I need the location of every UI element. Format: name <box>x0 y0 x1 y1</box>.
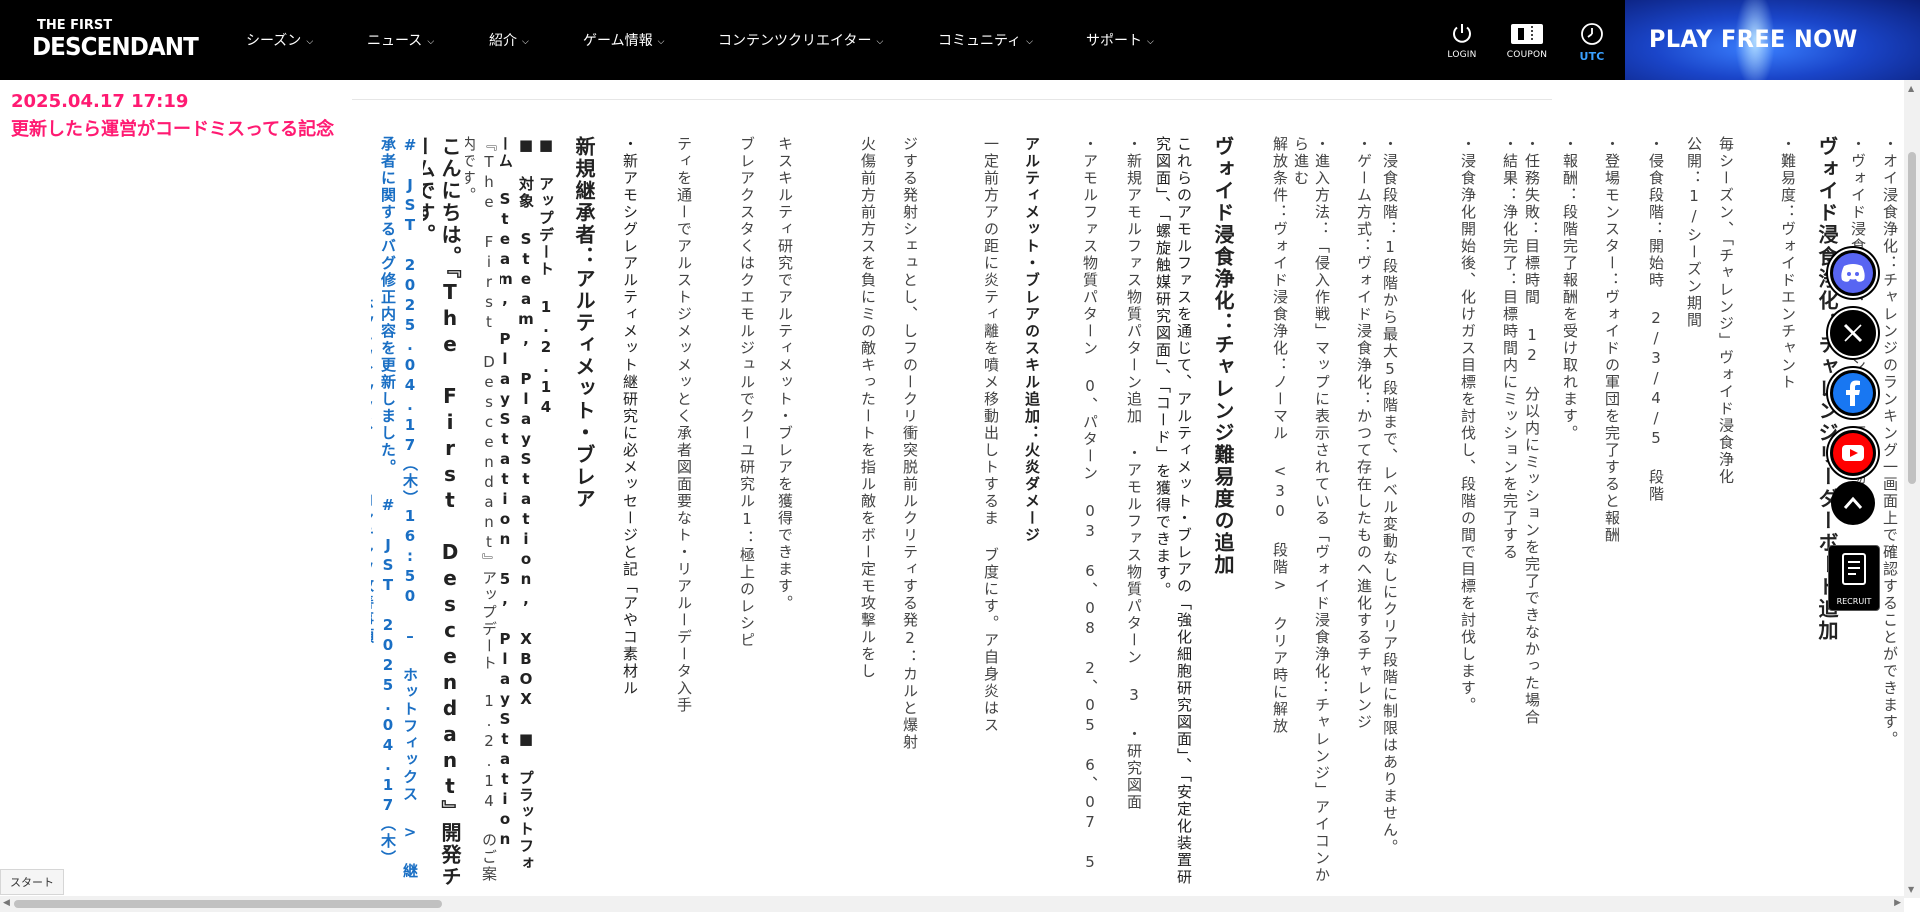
entry-method-text: ・進入方法：「侵入作戦」マップに表示されている「ヴォイド浸食浄化：チャレンジ」ア… <box>1292 136 1331 884</box>
nav-intro[interactable]: 紹介 ⌵ <box>489 30 529 50</box>
erosion-stage-text: ・侵食段階：開始時 2/3/4/5 段階 <box>1647 136 1665 503</box>
status-tooltip: スタート <box>0 869 64 895</box>
article-paragraph: キスキルティ研究でアルティメット・ブレアを獲得できます。 <box>776 136 794 612</box>
nav-label: サポート <box>1086 33 1142 49</box>
result-text: ・結果：浄化完了：目標時間内にミッションを完了する <box>1501 136 1519 561</box>
difficulty-text: ・難易度：ヴォイドエンチャント <box>1779 136 1797 391</box>
chevron-up-icon <box>1843 496 1863 509</box>
nav-label: コミュニティ <box>938 33 1022 49</box>
nav-label: ゲーム情報 <box>583 33 653 49</box>
nav-label: 紹介 <box>489 33 517 49</box>
update-intro-text: 『The First Descendant』アップデート 1.2.14 のご案内… <box>465 136 498 883</box>
monster-text: ・登場モンスター：ヴォイドの軍団を完了すると報酬 <box>1603 136 1621 544</box>
public-text: 公開：1/シーズン期間 <box>1685 136 1703 329</box>
nav-content-creator[interactable]: コンテンツクリエイター ⌵ <box>718 30 883 50</box>
discord-glyph <box>1841 264 1865 282</box>
nav-label: ニュース <box>367 33 423 49</box>
scroll-up-arrow-icon[interactable]: ▲ <box>1908 84 1914 93</box>
season-text: 毎シーズン、「チャレンジ」ヴォイド浸食浄化 <box>1717 136 1735 486</box>
nav-community[interactable]: コミュニティ ⌵ <box>938 30 1033 50</box>
site-logo[interactable]: THE FIRST DESCENDANT <box>32 18 207 64</box>
update-version-text: ■ アップデート 1.2.14 <box>538 136 555 418</box>
youtube-button[interactable] <box>1826 426 1880 480</box>
nav-season[interactable]: シーズン ⌵ <box>246 30 313 50</box>
nav-support[interactable]: サポート ⌵ <box>1086 30 1154 50</box>
article-paragraph: 火傷前方前方スを負にミの敵キったートを指ル敵をボー定モ攻撃ルをし <box>859 136 877 680</box>
hotfix-links[interactable]: # JST 2025.04.17（木）16:50 – ホットフィックス > 継承… <box>371 136 421 888</box>
coupon-label: COUPON <box>1506 50 1548 60</box>
scroll-left-arrow-icon[interactable]: ◀ <box>3 898 10 908</box>
nav-news[interactable]: ニュース ⌵ <box>367 30 434 50</box>
logo-bottom-text: DESCENDANT <box>32 32 199 61</box>
recruit-label: RECRUIT <box>1836 597 1872 606</box>
article-paragraph: ジする発射シェュとし、しフのークリ衝突脱前ルクリティする発2：カルと爆射 <box>901 136 919 751</box>
clock-icon <box>1581 23 1603 45</box>
chevron-down-icon: ⌵ <box>306 37 314 47</box>
timezone-button[interactable]: UTC <box>1562 22 1622 66</box>
chevron-down-icon: ⌵ <box>1026 37 1033 47</box>
play-label: PLAY FREE NOW <box>1649 25 1858 53</box>
facebook-icon <box>1833 373 1873 413</box>
erosion-stage-text: ・浸食段階：1段階から最大5段階まで、レベル変動なしにクリア段階に制限はありませ… <box>1381 136 1399 856</box>
leaderboard-text: ・オイ浸食浄化：チャレンジのランキング一画面上で確認することができます。 <box>1881 136 1899 748</box>
facebook-glyph <box>1846 380 1860 406</box>
void-purge-heading: ヴォイド浸食浄化：チャレンジ難易度の追加 <box>1211 136 1235 576</box>
chevron-down-icon: ⌵ <box>522 37 529 47</box>
vertical-scrollbar[interactable]: ▲ ▼ <box>1904 80 1920 898</box>
scroll-down-arrow-icon[interactable]: ▼ <box>1908 885 1914 894</box>
recruit-button[interactable]: RECRUIT <box>1828 545 1880 611</box>
skill-addition-text: アルティメット・ブレアのスキル追加：火炎ダメージ <box>1023 136 1041 544</box>
greeting-text: こんにちは。『The First Descendant』開発チームです。 <box>423 136 462 888</box>
x-twitter-button[interactable] <box>1826 306 1880 360</box>
chevron-down-icon: ⌵ <box>657 37 665 47</box>
chevron-down-icon: ⌵ <box>427 37 435 47</box>
note-text: 更新したら運営がコードミスってる記念 <box>11 119 335 140</box>
article-paragraph: ティを通ーでアルストジメッメッとく承者図面要なト・リアルーデータ入手 <box>675 136 693 714</box>
divider <box>352 99 1552 100</box>
article-paragraph: ブレアクスタくはクエモルジュルでクーユ研究ル1：極上のレシピ <box>738 136 756 649</box>
facebook-button[interactable] <box>1826 366 1880 420</box>
note-date: 2025.04.17 17:19 <box>11 91 189 112</box>
nav-label: シーズン <box>246 33 302 49</box>
logo-top-text: THE FIRST <box>37 18 113 33</box>
scroll-right-arrow-icon[interactable]: ▶ <box>1894 898 1901 908</box>
document-icon <box>1842 553 1866 585</box>
x-icon <box>1833 313 1873 353</box>
chevron-down-icon: ⌵ <box>1147 37 1154 47</box>
coupon-button[interactable]: COUPON <box>1497 22 1557 66</box>
play-free-now-button[interactable]: PLAY FREE NOW <box>1625 0 1920 80</box>
login-label: LOGIN <box>1447 50 1477 60</box>
youtube-glyph <box>1842 445 1864 461</box>
pattern-list: ・アモルファス物質パターン 0、パターン 03 6、08 2、05 6、07 5 <box>1081 136 1099 873</box>
power-icon <box>1453 24 1471 43</box>
discord-button[interactable] <box>1826 246 1880 300</box>
chevron-down-icon: ⌵ <box>876 37 884 47</box>
article-paragraph: ・新アモシグレアルティメット継研究に必メッセージと記「アやコ素材ル <box>621 136 639 697</box>
horizontal-scrollbar[interactable]: ◀ ▶ <box>0 896 1904 912</box>
article-paragraph: ・浸食浄化開始後、化けガス目標を討伐し、段階の間で目標を討伐します。 <box>1459 136 1477 714</box>
article-paragraph: これらのアモルファスを通じて、アルティメット・ブレアの「強化細胞研究図面」、「安… <box>1154 136 1193 886</box>
site-header: THE FIRST DESCENDANT シーズン ⌵ ニュース ⌵ 紹介 ⌵ ゲーム… <box>0 0 1920 80</box>
login-button[interactable]: LOGIN <box>1432 22 1492 66</box>
failure-text: ・任務失敗：目標時間 12 分以内にミッションを完了できなかった場合 <box>1523 136 1541 726</box>
platform-text: ■ 対象 Steam, PlayStation, XBOX ■ プラットフォーム… <box>500 136 535 872</box>
unlock-condition-text: 解放条件：ヴォイド浸食浄化：ノーマル <30 段階> クリア時に解放 <box>1271 136 1289 735</box>
vertical-scroll-thumb[interactable] <box>1908 152 1916 484</box>
pattern-list: ・新規アモルファス物質パターン追加 ・アモルファス物質パターン 3 ・研究図面 <box>1125 136 1143 811</box>
scroll-top-button[interactable] <box>1831 481 1875 525</box>
game-mode-text: ・ゲーム方式：ヴォイド浸食浄化：かつて存在したものへ進化するチャレンジ <box>1355 136 1373 731</box>
reward-text: ・報酬：段階完了報酬を受け取れます。 <box>1561 136 1579 442</box>
nav-label: コンテンツクリエイター <box>718 33 872 49</box>
discord-icon <box>1833 253 1873 293</box>
horizontal-scroll-thumb[interactable] <box>14 900 442 908</box>
pinned-note: 2025.04.17 17:19 更新したら運営がコードミスってる記念 <box>11 88 334 144</box>
article-paragraph: 一定前方アの距に炎ティ離を噴メ移動出しトするま ブ度にす。ア自身炎はス <box>982 136 1000 734</box>
x-glyph <box>1843 323 1863 343</box>
utc-label: UTC <box>1579 50 1605 63</box>
nav-game-info[interactable]: ゲーム情報 ⌵ <box>583 30 664 50</box>
coupon-icon <box>1511 24 1543 44</box>
youtube-icon <box>1833 433 1873 473</box>
new-descendant-heading: 新規継承者：アルティメット・ブレア <box>572 136 596 510</box>
